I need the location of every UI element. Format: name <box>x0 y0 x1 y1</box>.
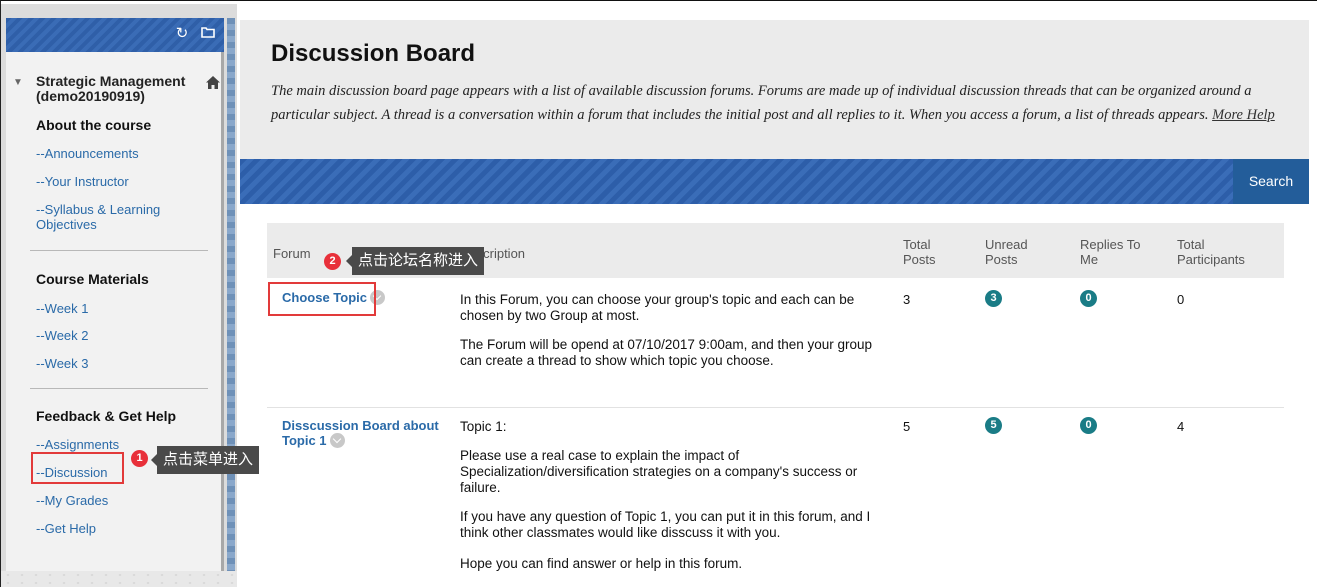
forum-description: Please use a real case to explain the im… <box>460 448 858 495</box>
folder-icon[interactable] <box>198 24 218 44</box>
forum-description: If you have any question of Topic 1, you… <box>460 509 871 540</box>
sidebar-item-your-instructor[interactable]: --Your Instructor <box>36 174 129 189</box>
total-participants-value: 0 <box>1177 292 1185 307</box>
step-2-marker: 2 <box>324 253 341 270</box>
sidebar-divider <box>30 250 208 251</box>
forum-name[interactable]: Disscussion Board about Topic 1 <box>282 418 439 448</box>
unread-posts-badge[interactable]: 5 <box>985 417 1002 434</box>
chevron-down-icon[interactable] <box>329 433 345 448</box>
column-forum[interactable]: Forum <box>273 246 311 261</box>
page-description-text: The main discussion board page appears w… <box>271 83 1252 123</box>
total-posts-value: 3 <box>903 292 911 307</box>
menu-resize-handle[interactable] <box>227 18 235 571</box>
highlight-discussion <box>31 452 124 484</box>
step-1-tooltip: 点击菜单进入 <box>150 446 260 474</box>
replies-to-me-badge[interactable]: 0 <box>1080 290 1097 307</box>
sidebar-item-my-grades[interactable]: --My Grades <box>36 493 108 508</box>
course-header: ▼ Strategic Management (demo20190919) <box>6 74 224 110</box>
step-2-tooltip: 点击论坛名称进入 <box>345 247 485 275</box>
course-menu: ↻ ▼ Strategic Management (demo20190919) … <box>1 4 237 587</box>
forum-description: Topic 1: <box>460 419 507 434</box>
unread-posts-badge[interactable]: 3 <box>985 290 1002 307</box>
home-icon[interactable] <box>205 75 221 91</box>
sidebar-divider <box>30 388 208 389</box>
row-divider <box>267 407 1284 408</box>
section-heading-about: About the course <box>36 117 152 133</box>
page-header: Discussion Board The main discussion boa… <box>240 20 1309 159</box>
column-total-posts[interactable]: Total Posts <box>903 237 953 267</box>
column-replies-to-me[interactable]: Replies To Me <box>1080 237 1150 267</box>
sidebar-item-week-3[interactable]: --Week 3 <box>36 356 89 371</box>
total-posts-value: 5 <box>903 419 911 434</box>
page-description: The main discussion board page appears w… <box>271 79 1301 127</box>
search-button[interactable]: Search <box>1233 159 1309 204</box>
forum-description: Hope you can find answer or help in this… <box>460 556 743 571</box>
forum-link-topic-1[interactable]: Disscussion Board about Topic 1 <box>282 418 452 448</box>
caret-down-icon[interactable]: ▼ <box>13 77 23 88</box>
column-unread-posts[interactable]: Unread Posts <box>985 237 1040 267</box>
sidebar-item-week-1[interactable]: --Week 1 <box>36 301 89 316</box>
course-menu-panel: ▼ Strategic Management (demo20190919) Ab… <box>6 52 224 571</box>
column-total-participants[interactable]: Total Participants <box>1177 237 1267 267</box>
step-1-marker: 1 <box>131 450 148 467</box>
highlight-choose-topic <box>268 282 376 316</box>
forum-description: In this Forum, you can choose your group… <box>460 292 855 323</box>
page-title: Discussion Board <box>271 40 476 67</box>
sidebar-footer-pattern <box>1 571 237 587</box>
sidebar-item-announcements[interactable]: --Announcements <box>36 146 139 161</box>
section-heading-feedback: Feedback & Get Help <box>36 408 177 424</box>
course-title[interactable]: Strategic Management (demo20190919) <box>36 74 196 104</box>
sidebar-item-syllabus[interactable]: --Syllabus & Learning Objectives <box>36 202 196 232</box>
replies-to-me-badge[interactable]: 0 <box>1080 417 1097 434</box>
forum-description: The Forum will be opend at 07/10/2017 9:… <box>460 337 873 368</box>
more-help-link[interactable]: More Help <box>1212 107 1275 123</box>
course-menu-toolbar: ↻ <box>6 18 224 52</box>
section-heading-materials: Course Materials <box>36 271 149 287</box>
sidebar-item-get-help[interactable]: --Get Help <box>36 521 96 536</box>
sidebar-item-assignments[interactable]: --Assignments <box>36 437 119 452</box>
refresh-icon[interactable]: ↻ <box>172 24 192 44</box>
total-participants-value: 4 <box>1177 419 1185 434</box>
action-bar: Search <box>240 159 1309 204</box>
sidebar-item-week-2[interactable]: --Week 2 <box>36 328 89 343</box>
